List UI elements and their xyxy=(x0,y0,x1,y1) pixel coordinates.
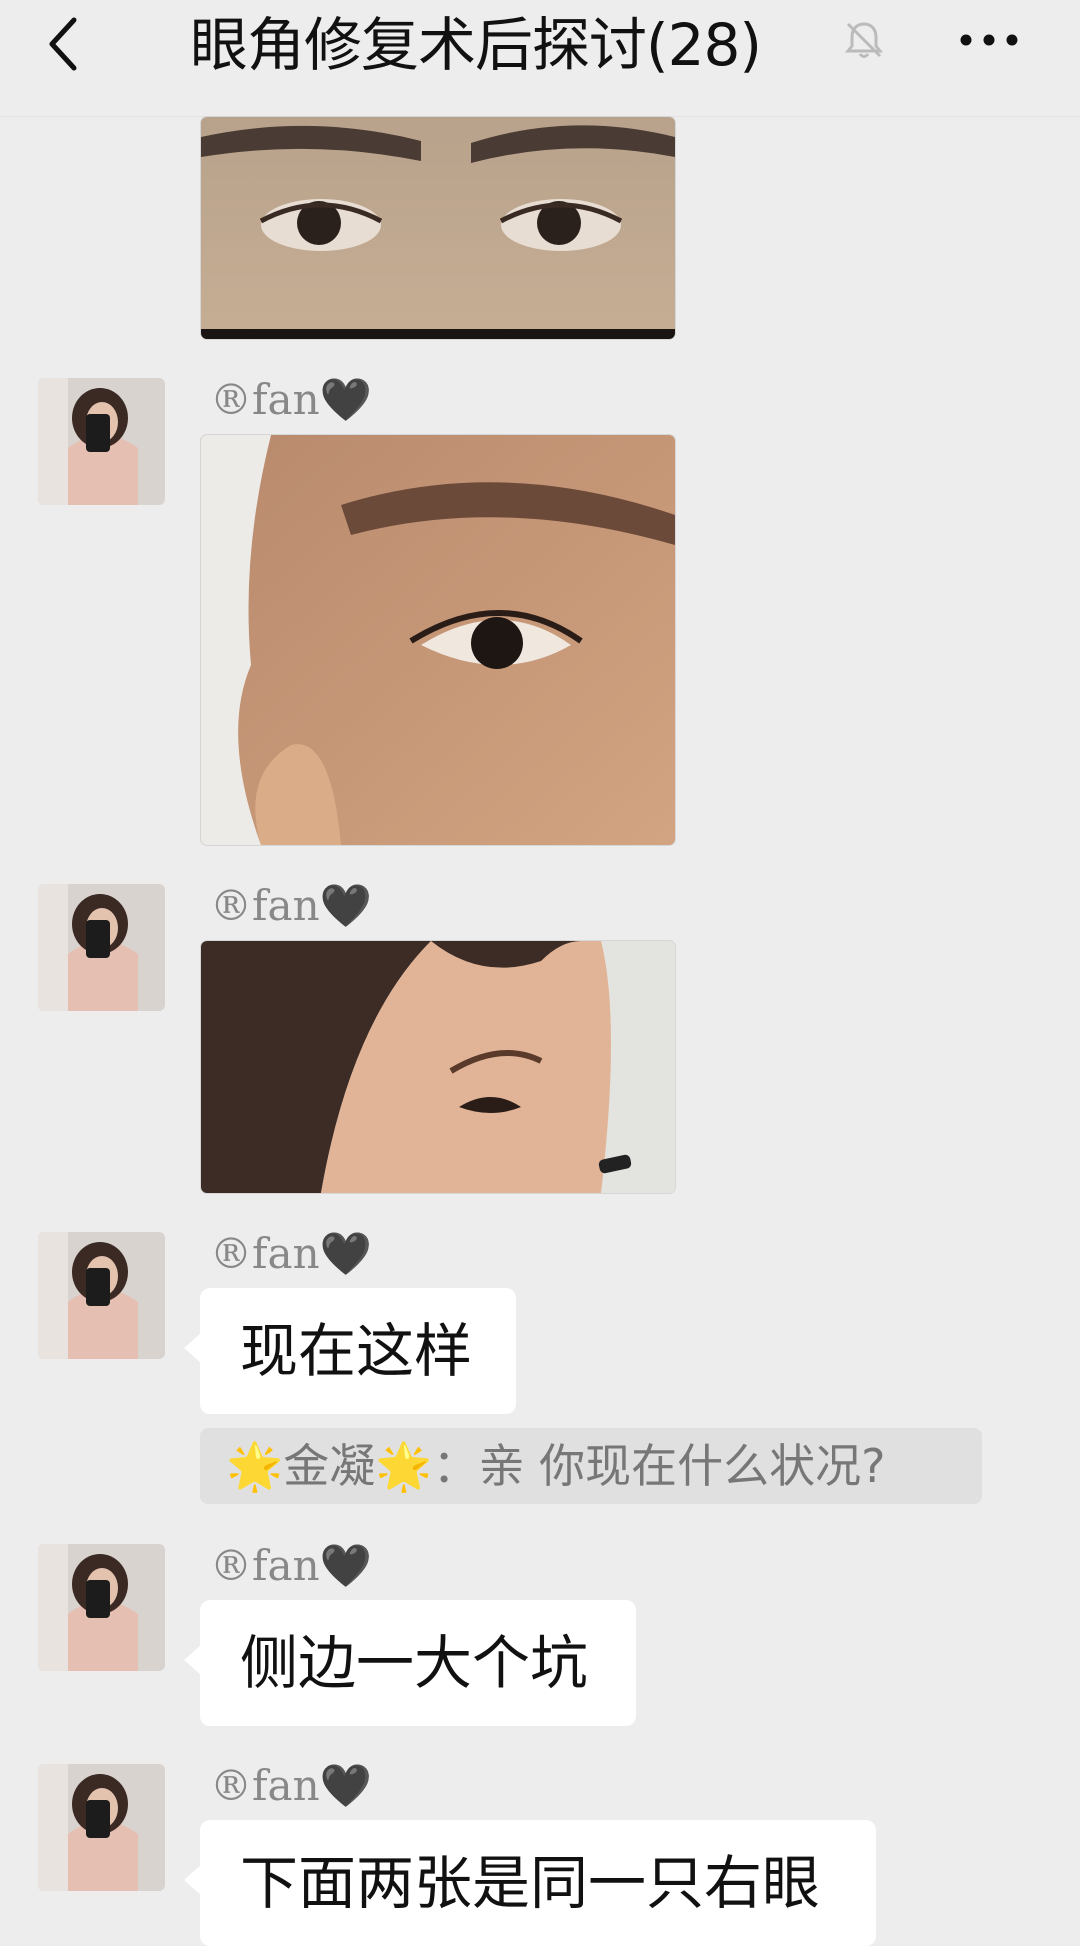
message-image[interactable] xyxy=(200,116,676,340)
message-bubble[interactable]: 下面两张是同一只右眼 xyxy=(184,1820,876,1946)
top-bar: 眼角修复术后探讨(28) xyxy=(0,0,1080,117)
chat-title: 眼角修复术后探讨(28) xyxy=(190,11,762,79)
message-bubble[interactable]: 侧边一大个坑 xyxy=(184,1600,636,1726)
profile-photo xyxy=(201,941,675,1193)
sender-name: ®fan🖤 xyxy=(210,1541,372,1590)
quoted-message[interactable]: 🌟金凝🌟：亲 你现在什么状况? xyxy=(200,1428,982,1504)
message-bubble[interactable]: 现在这样 xyxy=(184,1288,516,1414)
bell-off-icon xyxy=(842,18,886,62)
avatar[interactable] xyxy=(38,1232,165,1359)
quote-text: 亲 你现在什么状况? xyxy=(478,1439,886,1493)
eye-photo xyxy=(201,117,675,339)
avatar[interactable] xyxy=(38,1544,165,1671)
quote-sender: 🌟金凝🌟 xyxy=(226,1439,433,1493)
sender-name: ®fan🖤 xyxy=(210,1229,372,1278)
avatar[interactable] xyxy=(38,378,165,505)
more-dots-icon xyxy=(960,34,1018,46)
avatar[interactable] xyxy=(38,1764,165,1891)
avatar[interactable] xyxy=(38,884,165,1011)
message-image[interactable] xyxy=(200,434,676,846)
more-button[interactable] xyxy=(958,20,1020,60)
quote-separator: ： xyxy=(432,1439,479,1493)
message-image[interactable] xyxy=(200,940,676,1194)
chevron-left-icon xyxy=(49,17,77,71)
sender-name: ®fan🖤 xyxy=(210,881,372,930)
sender-name: ®fan🖤 xyxy=(210,1761,372,1810)
sender-name: ®fan🖤 xyxy=(210,375,372,424)
back-button[interactable] xyxy=(38,14,98,74)
eye-photo xyxy=(201,435,675,845)
